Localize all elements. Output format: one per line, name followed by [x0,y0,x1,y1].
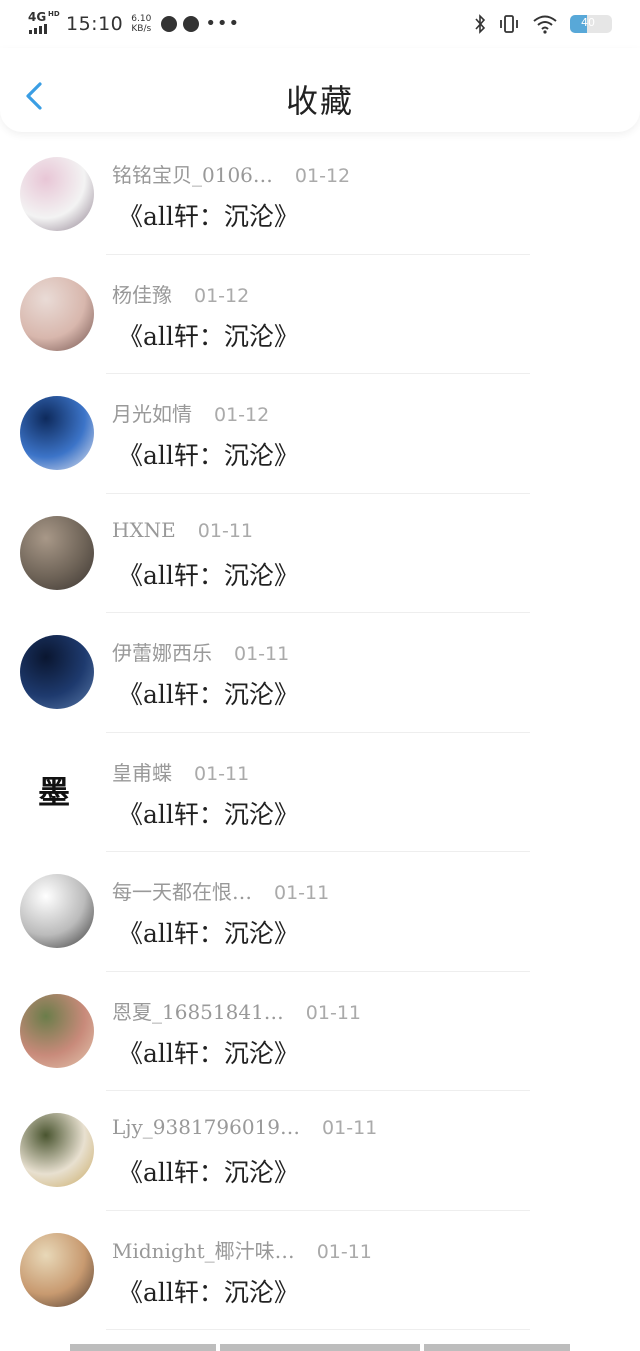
list-item[interactable]: 杨佳豫 01-12 《all轩：沉沦》 [0,255,640,374]
username[interactable]: Midnight_椰汁味… [112,1239,295,1263]
username[interactable]: Ljy_9381796019… [112,1115,300,1139]
page-title: 收藏 [285,82,354,120]
avatar[interactable] [20,515,94,590]
list-item[interactable]: 月光如情 01-12 《all轩：沉沦》 [0,374,640,494]
post-title[interactable]: 《all轩：沉沦》 [118,914,299,950]
post-title[interactable]: 《all轩：沉沦》 [118,1034,299,1070]
post-title[interactable]: 《all轩：沉沦》 [118,1273,299,1309]
bluetooth-icon [475,14,486,34]
more-dots-icon: ••• [205,13,241,34]
post-title[interactable]: 《all轩：沉沦》 [118,436,299,472]
network-hd: HD [48,10,60,18]
speed-unit: KB/s [131,24,152,34]
battery-percent: 40 [581,16,595,29]
list-item[interactable]: Ljy_9381796019… 01-11 《all轩：沉沦》 [0,1091,640,1211]
date: 01-12 [194,284,250,307]
list-item[interactable]: HXNE 01-11 《all轩：沉沦》 [0,494,640,613]
header-bar: 收藏 [0,48,640,132]
date: 01-11 [197,519,253,542]
item-meta: 恩夏_16851841… 01-11 [112,996,361,1025]
post-title[interactable]: 《all轩：沉沦》 [118,795,299,831]
item-meta: 杨佳豫 01-12 [112,279,249,308]
item-meta: HXNE 01-11 [112,518,253,542]
username[interactable]: 铭铭宝贝_0106… [112,163,273,187]
speed-value: 6.10 [131,14,152,24]
date: 01-11 [194,762,250,785]
date: 01-11 [234,643,290,665]
item-meta: Ljy_9381796019… 01-11 [112,1115,377,1139]
post-title[interactable]: 《all轩：沉沦》 [118,1153,299,1189]
avatar[interactable] [20,874,94,948]
item-meta: Midnight_椰汁味… 01-11 [112,1235,372,1264]
item-meta: 铭铭宝贝_0106… 01-12 [112,159,350,188]
avatar[interactable] [20,1113,94,1187]
date: 01-12 [294,165,351,187]
pinwheel-icon [161,16,178,32]
list-item[interactable]: 伊蕾娜西乐 01-11 《all轩：沉沦》 [0,613,640,733]
username[interactable]: 每一天都在恨… [112,880,252,904]
list-item[interactable]: 墨墨皇甫蝶 01-11 《all轩：沉沦》 [0,733,640,852]
avatar[interactable] [20,157,94,231]
username[interactable]: 月光如情 [112,402,192,426]
favorites-list: 铭铭宝贝_0106… 01-12 《all轩：沉沦》 杨佳豫 01-12 《all轩：沉沦… [0,135,640,1330]
signal-icon: 4G HD [28,10,60,36]
avatar[interactable] [20,276,94,351]
date: 01-11 [305,1001,362,1024]
username[interactable]: 恩夏_16851841… [112,1000,284,1024]
battery-icon: 40 [570,15,612,33]
bottom-scroll-indicator [0,1344,640,1351]
avatar[interactable] [20,396,94,470]
status-bar: 4G HD 15:10 6.10 KB/s ••• 40 [0,0,640,48]
network-type: 4G [28,10,47,24]
divider [106,1329,530,1330]
date: 01-11 [322,1117,378,1139]
item-meta: 月光如情 01-12 [112,398,269,427]
username[interactable]: HXNE [112,518,176,542]
network-speed: 6.10 KB/s [131,14,151,34]
item-meta: 皇甫蝶 01-11 [112,757,249,786]
list-item[interactable]: 铭铭宝贝_0106… 01-12 《all轩：沉沦》 [0,135,640,255]
post-title[interactable]: 《all轩：沉沦》 [118,675,299,711]
post-title[interactable]: 《all轩：沉沦》 [118,317,299,353]
date: 01-11 [274,882,330,904]
wifi-icon [533,15,557,34]
date: 01-11 [316,1240,372,1263]
avatar[interactable] [20,1232,94,1307]
list-item[interactable]: 恩夏_16851841… 01-11 《all轩：沉沦》 [0,972,640,1091]
date: 01-12 [214,404,270,426]
music-icon [183,16,200,32]
item-meta: 伊蕾娜西乐 01-11 [112,637,289,666]
clock: 15:10 [66,13,124,35]
vibrate-icon [500,15,518,33]
username[interactable]: 杨佳豫 [112,283,172,307]
avatar[interactable] [20,635,94,709]
username[interactable]: 皇甫蝶 [112,761,172,785]
post-title[interactable]: 《all轩：沉沦》 [118,197,299,233]
avatar[interactable] [20,993,94,1068]
list-item[interactable]: 每一天都在恨… 01-11 《all轩：沉沦》 [0,852,640,972]
username[interactable]: 伊蕾娜西乐 [112,641,212,665]
post-title[interactable]: 《all轩：沉沦》 [118,556,299,592]
avatar[interactable]: 墨墨 [20,755,94,829]
item-meta: 每一天都在恨… 01-11 [112,876,329,905]
list-item[interactable]: Midnight_椰汁味… 01-11 《all轩：沉沦》 [0,1211,640,1330]
